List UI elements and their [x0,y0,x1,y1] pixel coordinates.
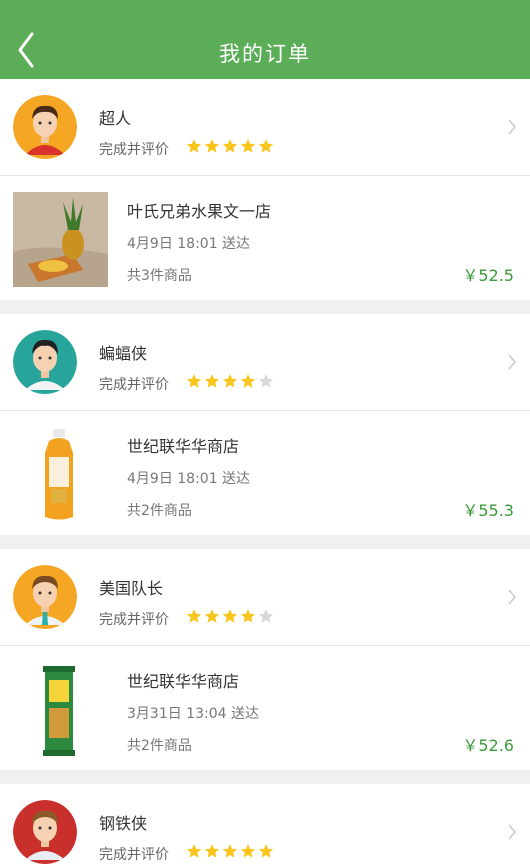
star-filled-icon [222,844,238,858]
delivery-time: 3月31日 13:04 送达 [127,706,259,722]
star-filled-icon [258,139,274,153]
star-filled-icon [186,139,202,153]
chevron-right-icon [508,354,516,370]
order-card: 钢铁侠 完成并评价 [0,784,530,865]
item-count: 共2件商品 [127,503,192,519]
delivery-time: 4月9日 18:01 送达 [127,471,251,487]
store-name: 世纪联华华商店 [127,672,240,691]
chevron-right-icon [508,589,516,605]
star-filled-icon [204,844,220,858]
iron-man-avatar-icon [13,800,77,864]
star-filled-icon [222,139,238,153]
juice-bottle-image-icon [13,427,108,522]
delivery-time: 4月9日 18:01 送达 [127,236,251,252]
star-filled-icon [222,609,238,623]
star-empty-icon [258,609,274,623]
order-card: 美国队长 完成并评价 世纪联华华商店 3月31日 13:04 送达 共2件商品 … [0,549,530,770]
order-user-row[interactable]: 美国队长 完成并评价 [0,549,530,646]
star-filled-icon [240,139,256,153]
order-card: 蝙蝠侠 完成并评价 世纪联华华商店 4月9日 18:01 送达 共2件商品 ￥5… [0,314,530,535]
superman-avatar-icon [13,95,77,159]
star-filled-icon [204,139,220,153]
item-count: 共3件商品 [127,268,192,284]
user-name: 蝙蝠侠 [99,344,148,363]
star-filled-icon [186,374,202,388]
order-status: 完成并评价 [99,377,169,393]
order-status: 完成并评价 [99,142,169,158]
rating-stars [186,843,274,859]
rating-stars [186,373,274,389]
rating-stars [186,138,274,154]
store-name: 世纪联华华商店 [127,437,240,456]
pineapple-image-icon [13,192,108,287]
order-store-row[interactable]: 世纪联华华商店 3月31日 13:04 送达 共2件商品 ￥52.6 [0,646,530,770]
order-user-row[interactable]: 蝙蝠侠 完成并评价 [0,314,530,411]
chevron-right-icon [508,119,516,135]
star-empty-icon [258,374,274,388]
order-list: 超人 完成并评价 叶氏兄弟水果文一店 4月9日 18:01 送达 共3件商品 ￥… [0,79,530,865]
chevron-right-icon [508,824,516,840]
user-name: 美国队长 [99,579,164,598]
order-status: 完成并评价 [99,612,169,628]
snack-package-image-icon [13,662,108,757]
order-price: ￥52.5 [462,266,514,285]
star-filled-icon [186,609,202,623]
order-user-row[interactable]: 超人 完成并评价 [0,79,530,176]
star-filled-icon [204,374,220,388]
order-card: 超人 完成并评价 叶氏兄弟水果文一店 4月9日 18:01 送达 共3件商品 ￥… [0,79,530,300]
star-filled-icon [222,374,238,388]
user-name: 超人 [99,109,132,128]
item-count: 共2件商品 [127,738,192,754]
order-store-row[interactable]: 世纪联华华商店 4月9日 18:01 送达 共2件商品 ￥55.3 [0,411,530,535]
nav-header: 我的订单 [0,0,530,79]
order-user-row[interactable]: 钢铁侠 完成并评价 [0,784,530,865]
star-filled-icon [258,844,274,858]
rating-stars [186,608,274,624]
star-filled-icon [240,844,256,858]
captain-america-avatar-icon [13,565,77,629]
page-title: 我的订单 [219,42,311,66]
store-name: 叶氏兄弟水果文一店 [127,202,272,221]
user-name: 钢铁侠 [99,814,148,833]
order-price: ￥55.3 [462,501,514,520]
star-filled-icon [186,844,202,858]
star-filled-icon [204,609,220,623]
order-price: ￥52.6 [462,736,514,755]
batman-avatar-icon [13,330,77,394]
star-filled-icon [240,609,256,623]
order-store-row[interactable]: 叶氏兄弟水果文一店 4月9日 18:01 送达 共3件商品 ￥52.5 [0,176,530,300]
order-status: 完成并评价 [99,847,169,863]
star-filled-icon [240,374,256,388]
